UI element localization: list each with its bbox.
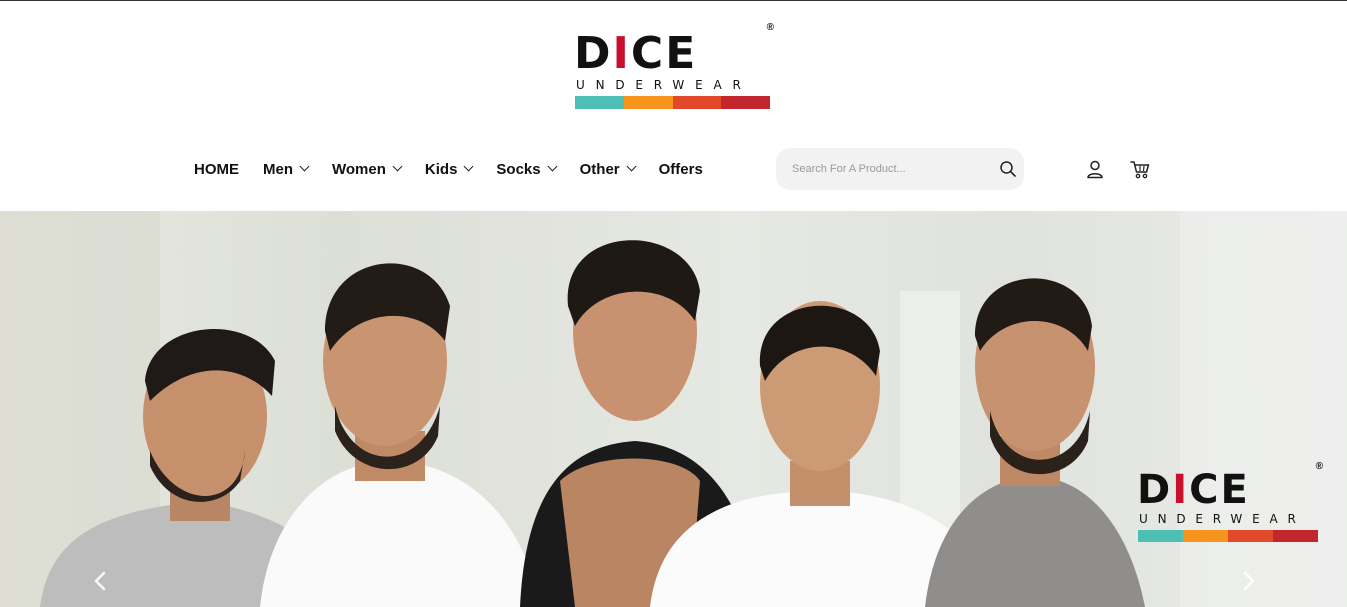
logo-tagline: UNDERWEAR bbox=[576, 78, 752, 92]
nav-item-other[interactable]: Other bbox=[580, 161, 637, 178]
nav-item-home[interactable]: HOME bbox=[194, 161, 239, 178]
chevron-down-icon bbox=[626, 161, 637, 171]
logo-wordmark: DICE bbox=[574, 28, 698, 79]
chevron-left-icon[interactable] bbox=[90, 570, 112, 592]
search-icon[interactable] bbox=[999, 160, 1017, 178]
chevron-down-icon bbox=[392, 161, 403, 171]
main-nav: HOME Men Women Kids Socks Other Offers bbox=[194, 158, 727, 180]
user-icon[interactable] bbox=[1086, 160, 1104, 179]
nav-item-offers[interactable]: Offers bbox=[659, 161, 703, 178]
top-border bbox=[0, 0, 1347, 1]
chevron-right-icon[interactable] bbox=[1237, 570, 1259, 592]
hero-banner[interactable]: DICE ® UNDERWEAR bbox=[0, 211, 1347, 607]
nav-item-kids[interactable]: Kids bbox=[425, 161, 474, 178]
logo-wordmark: DICE bbox=[1137, 467, 1250, 513]
hero-models-photo bbox=[0, 211, 1347, 607]
logo-color-stripes bbox=[1138, 530, 1318, 542]
chevron-down-icon bbox=[299, 161, 310, 171]
hero-brand-logo: DICE ® UNDERWEAR bbox=[1137, 461, 1323, 545]
chevron-down-icon bbox=[463, 161, 474, 171]
nav-item-socks[interactable]: Socks bbox=[496, 161, 558, 178]
nav-item-men[interactable]: Men bbox=[263, 161, 310, 178]
cart-icon[interactable] bbox=[1130, 160, 1150, 179]
registered-mark: ® bbox=[1315, 461, 1323, 472]
registered-mark: ® bbox=[766, 22, 774, 33]
chevron-down-icon bbox=[547, 161, 558, 171]
search-box bbox=[776, 148, 1024, 190]
logo-color-stripes bbox=[575, 96, 770, 109]
logo-tagline: UNDERWEAR bbox=[1139, 512, 1306, 526]
nav-item-women[interactable]: Women bbox=[332, 161, 403, 178]
brand-logo[interactable]: DICE ® UNDERWEAR bbox=[574, 22, 774, 112]
search-input[interactable] bbox=[792, 159, 992, 179]
